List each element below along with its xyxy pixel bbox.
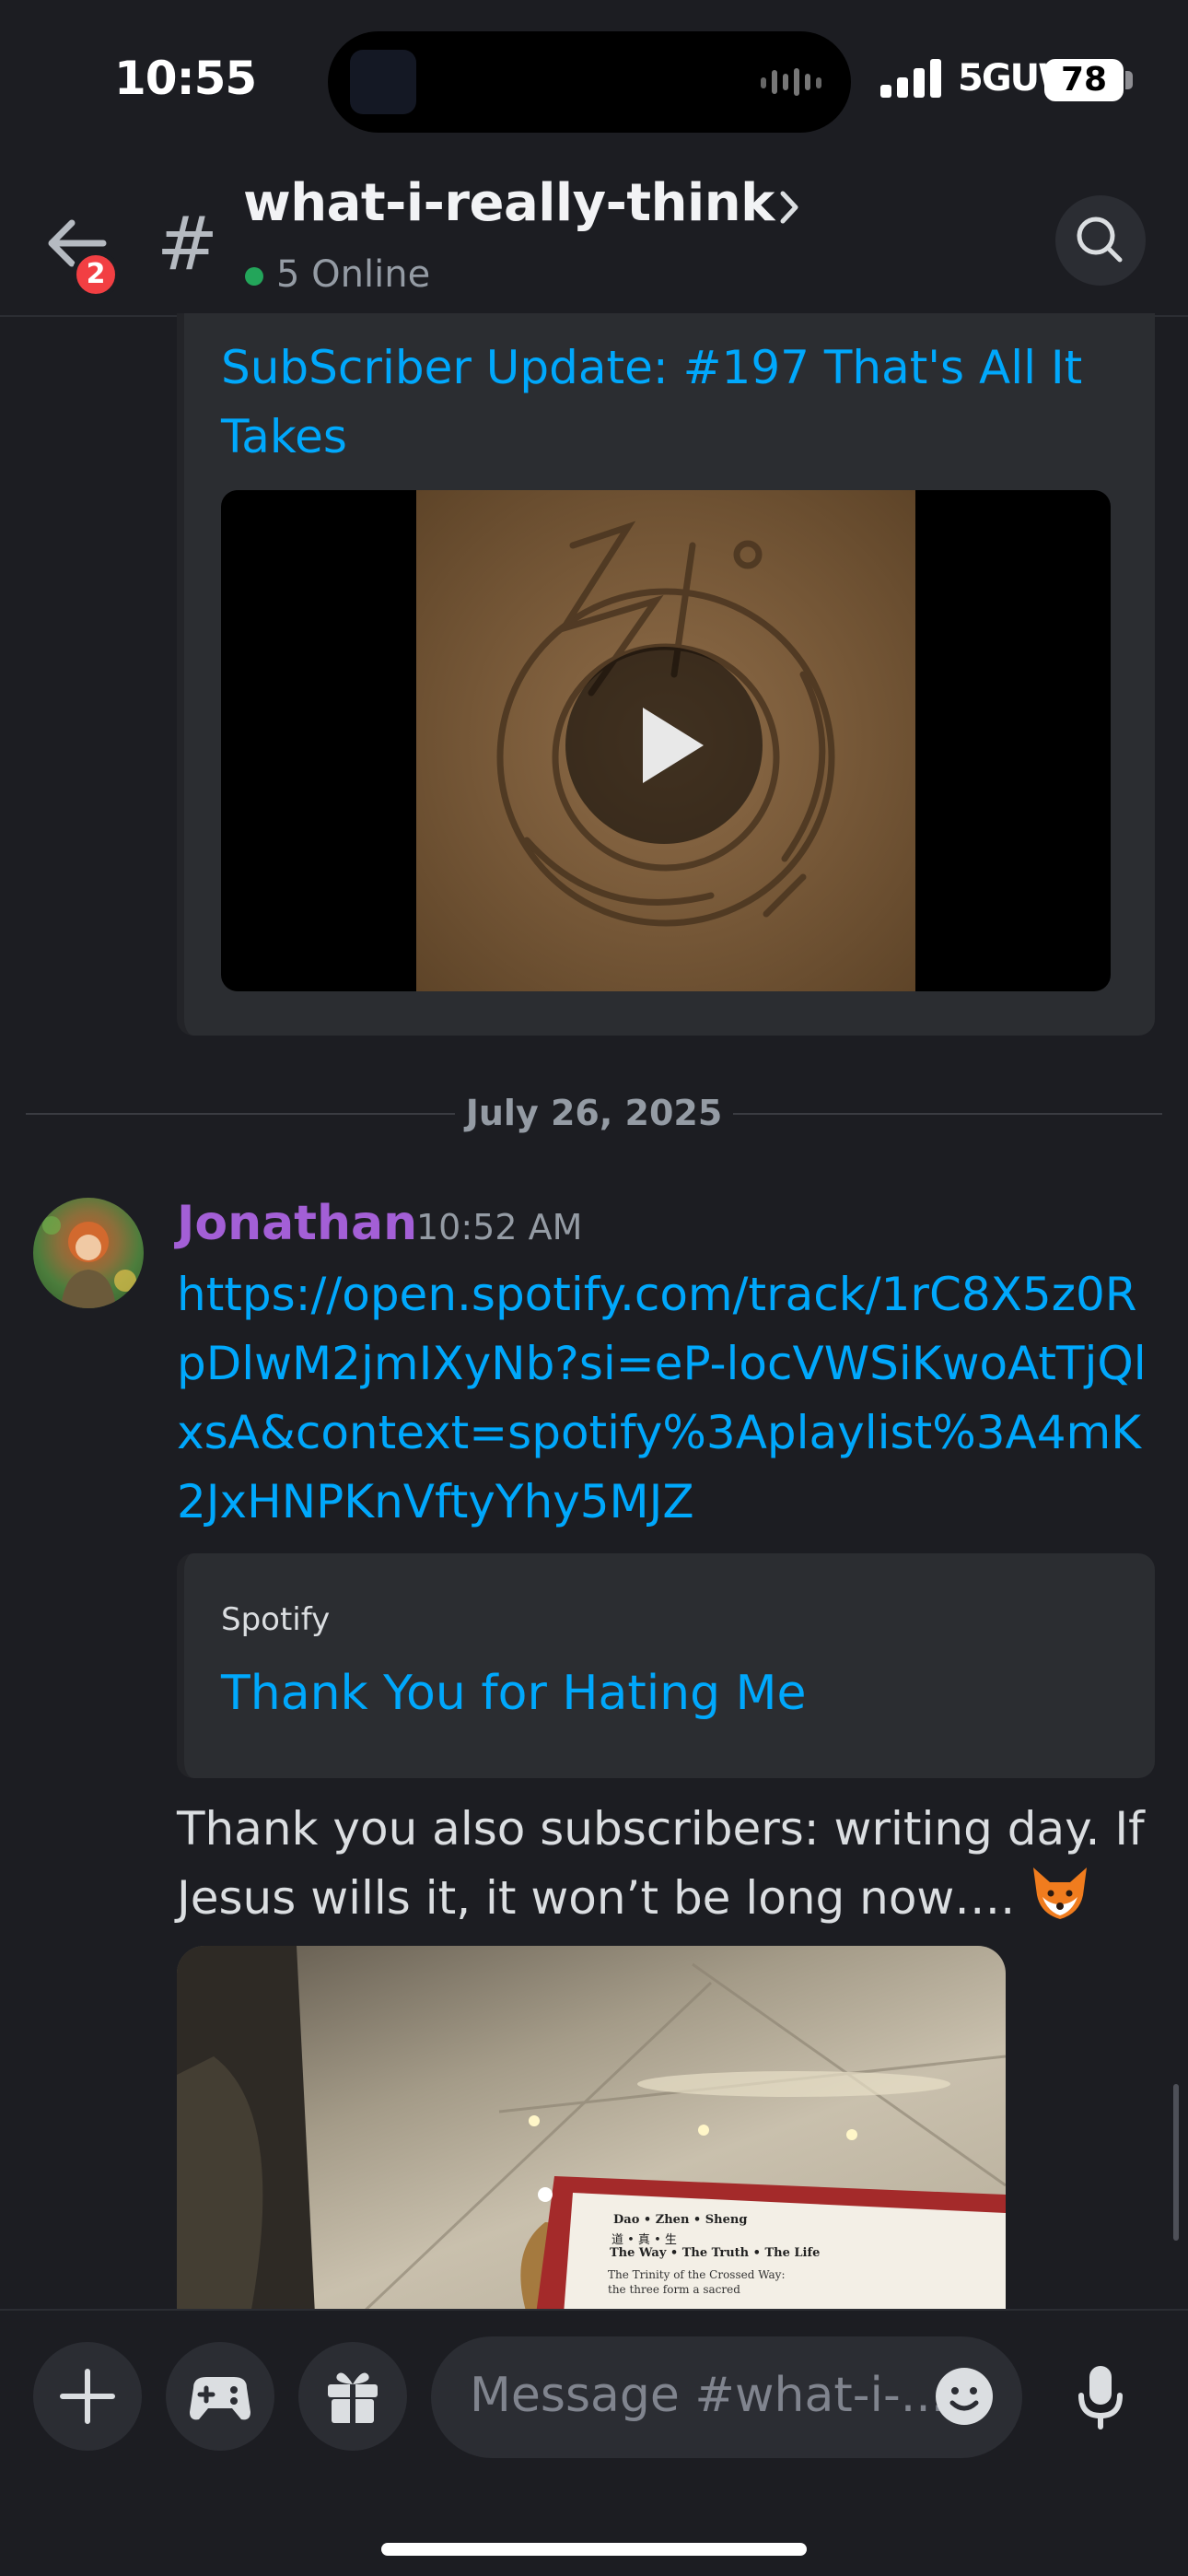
search-button[interactable]: [1055, 195, 1146, 286]
voice-message-button[interactable]: [1046, 2342, 1155, 2454]
status-time: 10:55: [114, 52, 257, 105]
battery-level: 78: [1044, 59, 1124, 101]
embed-title-link[interactable]: Thank You for Hating Me: [221, 1666, 807, 1721]
photo-text-line: Dao • Zhen • Sheng: [613, 2213, 748, 2227]
gift-button[interactable]: [298, 2342, 407, 2451]
activities-button[interactable]: [166, 2342, 274, 2451]
photo-text-line: 道 • 真 • 生: [611, 2233, 677, 2247]
plus-icon: [60, 2369, 115, 2424]
photo-text-line: the three form a sacred: [608, 2283, 740, 2296]
home-indicator[interactable]: [381, 2543, 807, 2556]
play-button[interactable]: [565, 647, 763, 844]
fox-emoji-icon: [1033, 1868, 1088, 1919]
online-count: 5 Online: [276, 253, 431, 296]
audio-wave-icon: [761, 68, 821, 96]
cellular-signal-icon: [880, 59, 941, 98]
date-divider: July 26, 2025: [465, 1093, 723, 1133]
channel-title[interactable]: what-i-really-think: [243, 173, 775, 233]
gamepad-icon: [190, 2377, 250, 2420]
message-author[interactable]: Jonathan: [177, 1196, 417, 1251]
search-icon: [1077, 217, 1123, 263]
unread-badge: 2: [72, 251, 120, 299]
message-timestamp: 10:52 AM: [416, 1207, 583, 1247]
battery-icon: [1125, 71, 1133, 89]
microphone-icon: [1078, 2366, 1123, 2430]
embed-provider: Spotify: [221, 1601, 331, 1638]
island-app-thumbnail: [350, 50, 416, 114]
chevron-right-icon[interactable]: [775, 184, 803, 230]
embed-title-link[interactable]: SubScriber Update: #197 That's All It Ta…: [221, 334, 1105, 472]
emoji-icon[interactable]: [934, 2366, 995, 2427]
online-indicator-icon: [245, 267, 263, 286]
date-divider-line: [733, 1113, 1162, 1115]
message-link[interactable]: https://open.spotify.com/track/1rC8X5z0R…: [177, 1260, 1162, 1537]
add-attachment-button[interactable]: [33, 2342, 142, 2451]
photo-text-line: The Trinity of the Crossed Way:: [608, 2268, 786, 2281]
message-text: Thank you also subscribers: writing day.…: [177, 1795, 1153, 1933]
photo-text-line: The Way • The Truth • The Life: [610, 2246, 821, 2260]
scrollbar[interactable]: [1173, 2084, 1179, 2241]
avatar-image: [42, 1216, 136, 1308]
date-divider-line: [26, 1113, 455, 1115]
avatar[interactable]: [33, 1198, 144, 1308]
channel-hash-icon: #: [157, 201, 219, 287]
photo-content: [177, 1946, 1006, 2314]
play-icon: [643, 708, 704, 783]
message-body: Thank you also subscribers: writing day.…: [177, 1802, 1145, 1925]
attached-photo[interactable]: Dao • Zhen • Sheng 道 • 真 • 生 The Way • T…: [177, 1946, 1006, 2314]
gift-icon: [328, 2372, 378, 2423]
message-input-placeholder[interactable]: Message #what-i-...: [470, 2368, 946, 2423]
